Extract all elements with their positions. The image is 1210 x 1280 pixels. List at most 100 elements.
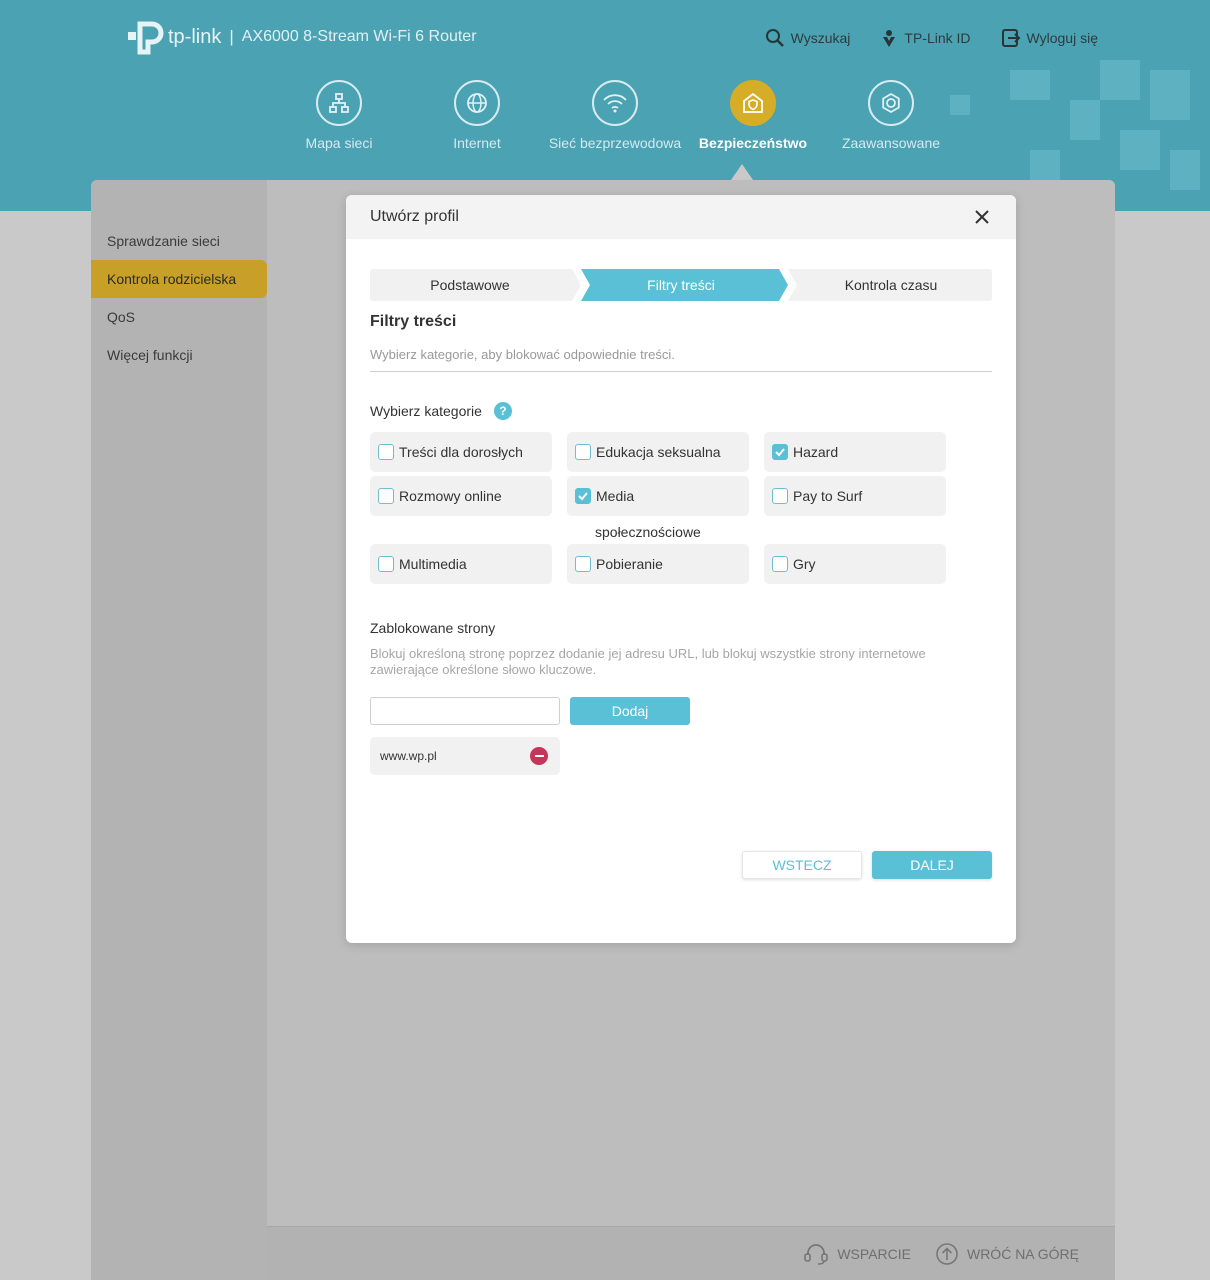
- category-label: Pay to Surf: [793, 488, 863, 504]
- checkbox-checked-icon: [575, 488, 591, 504]
- nav-security[interactable]: Bezpieczeństwo: [684, 80, 822, 151]
- network-map-icon: [316, 80, 362, 126]
- top-links: Wyszukaj TP-Link ID Wyloguj się: [765, 28, 1098, 48]
- category-social-media[interactable]: Media: [567, 476, 749, 516]
- sidebar-item-more-features[interactable]: Więcej funkcji: [91, 336, 267, 374]
- arrow-up-circle-icon: [936, 1242, 958, 1265]
- close-button[interactable]: [972, 207, 992, 227]
- category-gambling[interactable]: Hazard: [764, 432, 946, 472]
- category-sex-education[interactable]: Edukacja seksualna: [567, 432, 749, 472]
- wizard-steps: Podstawowe Filtry treści Kontrola czasu: [370, 269, 992, 301]
- category-label: Hazard: [793, 444, 839, 460]
- checkbox-checked-icon: [772, 444, 788, 460]
- categories-label: Wybierz kategorie: [370, 403, 482, 419]
- category-pay-to-surf[interactable]: Pay to Surf: [764, 476, 946, 516]
- blocked-sites-description: Blokuj określoną stronę poprzez dodanie …: [370, 646, 926, 677]
- category-label: Multimedia: [399, 556, 467, 572]
- sidebar: Sprawdzanie sieci Kontrola rodzicielska …: [91, 180, 267, 1280]
- nav-advanced-label: Zaawansowane: [841, 135, 941, 151]
- tplink-id-icon: [883, 30, 896, 47]
- logout-label: Wyloguj się: [1026, 30, 1098, 46]
- checkbox-unchecked-icon: [772, 488, 788, 504]
- logout-icon: [1001, 29, 1020, 47]
- nav-advanced[interactable]: Zaawansowane: [822, 80, 960, 151]
- sidebar-item-parental-control[interactable]: Kontrola rodzicielska: [91, 260, 267, 298]
- globe-icon: [454, 80, 500, 126]
- category-games[interactable]: Gry: [764, 544, 946, 584]
- search-icon: [765, 29, 784, 47]
- page-footer: WSPARCIE WRÓĆ NA GÓRĘ: [267, 1226, 1115, 1280]
- tplink-logo-icon: [128, 21, 164, 55]
- step-content-filters: Filtry treści: [647, 277, 715, 293]
- nav-wireless-label: Sieć bezprzewodowa: [548, 135, 682, 151]
- category-label: Treści dla dorosłych: [399, 444, 523, 460]
- category-downloads[interactable]: Pobieranie: [567, 544, 749, 584]
- nav-network-map[interactable]: Mapa sieci: [270, 80, 408, 151]
- nav-internet[interactable]: Internet: [408, 80, 546, 151]
- category-label: Pobieranie: [596, 556, 663, 572]
- modal-title: Utwórz profil: [370, 208, 459, 225]
- blocked-sites-title: Zablokowane strony: [370, 620, 496, 636]
- category-adult-content[interactable]: Treści dla dorosłych: [370, 432, 552, 472]
- category-label: Media: [596, 488, 635, 504]
- modal-header: Utwórz profil: [346, 195, 1016, 239]
- headset-icon: [804, 1243, 829, 1265]
- tplink-logo[interactable]: tp-link | AX6000 8-Stream Wi-Fi 6 Router: [126, 18, 477, 56]
- close-icon: [975, 210, 989, 224]
- categories-label-row: Wybierz kategorie ?: [370, 402, 512, 420]
- checkbox-unchecked-icon: [575, 556, 591, 572]
- checkbox-unchecked-icon: [378, 556, 394, 572]
- category-online-chat[interactable]: Rozmowy online: [370, 476, 552, 516]
- sidebar-item-network-check[interactable]: Sprawdzanie sieci: [91, 222, 267, 260]
- section-divider: [370, 371, 992, 372]
- checkbox-unchecked-icon: [772, 556, 788, 572]
- next-button[interactable]: DALEJ: [872, 851, 992, 879]
- create-profile-modal: Utwórz profil Podstawowe Filtry treści K…: [346, 195, 1016, 943]
- back-to-top-link[interactable]: WRÓĆ NA GÓRĘ: [935, 1242, 1079, 1266]
- logo-separator: |: [229, 27, 234, 46]
- search-link[interactable]: Wyszukaj: [765, 28, 851, 48]
- blocked-url-input[interactable]: [370, 697, 560, 725]
- blocked-url-text: www.wp.pl: [380, 749, 437, 763]
- main-nav: Mapa sieci Internet Sieć bezprzewodowa B…: [270, 80, 960, 151]
- nav-security-label: Bezpieczeństwo: [698, 135, 808, 151]
- help-icon[interactable]: ?: [493, 402, 512, 420]
- category-label: Edukacja seksualna: [596, 444, 721, 460]
- category-label-continued: społecznościowe: [595, 524, 701, 540]
- logo-text: tp-link: [168, 25, 222, 48]
- checkbox-unchecked-icon: [575, 444, 591, 460]
- add-button[interactable]: Dodaj: [570, 697, 690, 725]
- nav-wireless[interactable]: Sieć bezprzewodowa: [546, 80, 684, 151]
- step-basic: Podstawowe: [430, 277, 510, 293]
- search-link-label: Wyszukaj: [790, 30, 851, 46]
- security-shield-icon: [730, 80, 776, 126]
- category-multimedia[interactable]: Multimedia: [370, 544, 552, 584]
- gear-icon: [868, 80, 914, 126]
- section-description: Wybierz kategorie, aby blokować odpowied…: [370, 347, 675, 362]
- active-nav-pointer: [731, 164, 753, 180]
- header-decoration: [1100, 60, 1140, 100]
- header-decoration: [1010, 70, 1050, 100]
- sidebar-item-qos[interactable]: QoS: [91, 298, 267, 336]
- router-model: AX6000 8-Stream Wi-Fi 6 Router: [241, 28, 477, 45]
- checkbox-unchecked-icon: [378, 444, 394, 460]
- tplink-id-link[interactable]: TP-Link ID: [880, 28, 971, 48]
- header-decoration: [1150, 70, 1190, 120]
- category-label: Rozmowy online: [399, 488, 502, 504]
- wifi-icon: [592, 80, 638, 126]
- header-decoration: [1070, 100, 1100, 140]
- back-button[interactable]: WSTECZ: [742, 851, 862, 879]
- remove-icon[interactable]: [530, 747, 548, 765]
- support-link[interactable]: WSPARCIE: [803, 1242, 911, 1266]
- blocked-url-item: www.wp.pl: [370, 737, 560, 775]
- header-decoration: [1120, 130, 1160, 170]
- step-time-control: Kontrola czasu: [844, 277, 938, 293]
- logout-link[interactable]: Wyloguj się: [1001, 28, 1098, 48]
- header-decoration: [1170, 150, 1200, 190]
- nav-network-map-label: Mapa sieci: [305, 135, 373, 151]
- category-label: Gry: [793, 556, 816, 572]
- back-to-top-label: WRÓĆ NA GÓRĘ: [966, 1245, 1079, 1262]
- nav-internet-label: Internet: [453, 135, 501, 151]
- tplink-id-label: TP-Link ID: [904, 30, 971, 46]
- header-decoration: [1030, 150, 1060, 180]
